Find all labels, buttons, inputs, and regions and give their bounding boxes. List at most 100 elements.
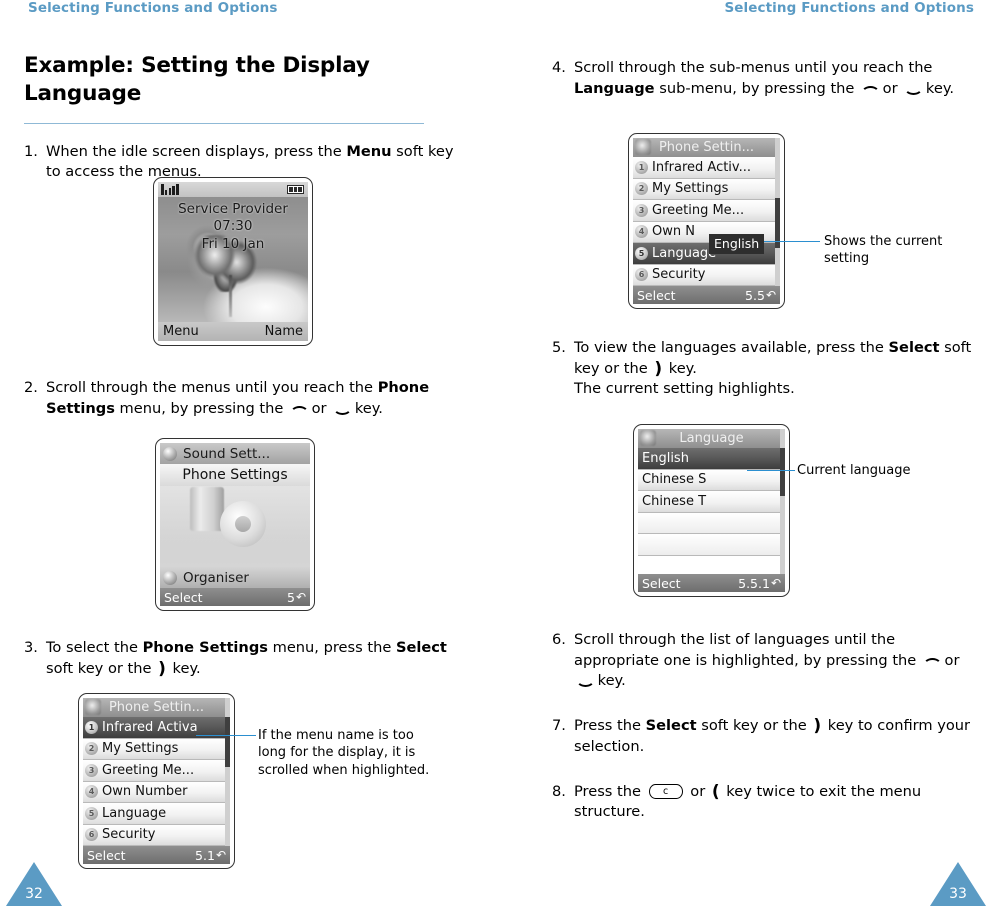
phone-screen-carousel: Sound Sett... Phone Settings Organiser bbox=[160, 443, 310, 588]
soft-key-right[interactable]: Name bbox=[265, 324, 303, 339]
language-list-empty-row bbox=[638, 512, 785, 534]
down-key-icon bbox=[332, 403, 353, 415]
step-2-text: Scroll through the menus until you reach… bbox=[46, 379, 430, 417]
menu-list-item-label: Greeting Me... bbox=[102, 762, 195, 778]
up-key-icon bbox=[922, 655, 942, 666]
step-3-text: To select the Phone Settings menu, press… bbox=[46, 639, 447, 679]
step-7-text: Press the Select soft key or the ) key t… bbox=[574, 716, 971, 755]
soft-key-left[interactable]: Menu bbox=[163, 324, 199, 339]
menu-item-number-icon: 4 bbox=[85, 785, 98, 799]
menu-item-number-icon: 6 bbox=[85, 828, 98, 842]
scrollbar-thumb[interactable] bbox=[780, 448, 785, 496]
menu-title-label: Phone Settin... bbox=[658, 140, 755, 155]
menu-list-item[interactable]: 2 My Settings bbox=[633, 178, 780, 200]
step-3-number: 3. bbox=[24, 639, 38, 656]
left-step3-block: 3. To select the Phone Settings menu, pr… bbox=[24, 638, 464, 679]
menu-list-item[interactable]: 1 Infrared Activ... bbox=[633, 157, 780, 179]
callout-line-menu-name bbox=[196, 735, 256, 737]
menu-item-number-icon: 1 bbox=[635, 160, 648, 174]
step-2: 2. Scroll through the menus until you re… bbox=[24, 378, 464, 419]
phone-screen-language: Language English Chinese S Chinese T bbox=[638, 429, 785, 574]
menu-item-number-icon: 3 bbox=[85, 763, 98, 777]
menu-item-number-icon: 3 bbox=[635, 203, 648, 217]
menu-item-number-icon: 1 bbox=[85, 720, 98, 734]
step-3: 3. To select the Phone Settings menu, pr… bbox=[24, 638, 464, 679]
menu-list-item[interactable]: 6 Security bbox=[633, 264, 780, 286]
menu-list: 1 Infrared Activ... 2 My Settings 3 Greeting … bbox=[633, 157, 780, 286]
emphasis-term: Language bbox=[574, 79, 655, 97]
soft-key-bar-language: Select 5.5.1 ↶ bbox=[638, 574, 785, 592]
back-arrow-icon[interactable]: ↶ bbox=[296, 590, 306, 604]
language-list-item[interactable]: Chinese S bbox=[638, 469, 785, 491]
figure-phone-settings-carousel: Sound Sett... Phone Settings Organiser S… bbox=[155, 438, 315, 611]
language-menu-list: English Chinese S Chinese T bbox=[638, 448, 785, 556]
soft-key-select[interactable]: Select bbox=[164, 590, 203, 605]
menu-list-item-label: Security bbox=[102, 827, 156, 843]
soft-key-select[interactable]: Select bbox=[637, 288, 676, 303]
menu-list-item[interactable]: 2 My Settings bbox=[83, 738, 230, 760]
up-key-icon bbox=[289, 403, 309, 414]
language-list-empty-row bbox=[638, 534, 785, 556]
soft-key-select[interactable]: Select bbox=[87, 848, 126, 863]
wallpaper-butterfly: Service Provider 07:30 Fri 10 Jan bbox=[158, 197, 308, 322]
menu-item-below: Organiser bbox=[160, 567, 310, 588]
step-4-number: 4. bbox=[552, 59, 566, 76]
step-8-number: 8. bbox=[552, 782, 566, 800]
menu-item-number-icon: 4 bbox=[635, 225, 648, 239]
figure-idle-screen: Service Provider 07:30 Fri 10 Jan Menu N… bbox=[153, 177, 313, 346]
menu-list-item[interactable]: 3 Greeting Me... bbox=[83, 760, 230, 782]
emphasis-term: Phone Settings bbox=[142, 639, 268, 656]
menu-list-item-label: Language bbox=[102, 805, 167, 821]
soft-key-bar-carousel: Select 5 ↶ bbox=[160, 588, 310, 606]
back-arrow-icon[interactable]: ↶ bbox=[766, 288, 776, 302]
back-arrow-icon[interactable]: ↶ bbox=[771, 576, 781, 590]
phone-frame-idle: Service Provider 07:30 Fri 10 Jan Menu N… bbox=[153, 177, 313, 346]
emphasis-term: Select bbox=[645, 717, 697, 735]
right-step5-block: 5. To view the languages available, pres… bbox=[552, 338, 982, 400]
step-5-text: To view the languages available, press t… bbox=[574, 339, 972, 398]
scrollbar-track[interactable] bbox=[225, 698, 230, 846]
language-list-item[interactable]: English bbox=[638, 448, 785, 470]
menu-item-current-label[interactable]: Phone Settings bbox=[182, 467, 287, 483]
figure-language-list: Language English Chinese S Chinese T Selec… bbox=[633, 424, 790, 597]
figure-phone-settings-list-1: Phone Settin... 1 Infrared Activa 2 My Sett… bbox=[78, 693, 235, 869]
page-number-left: 32 bbox=[6, 862, 62, 906]
page-number-left-label: 32 bbox=[25, 886, 43, 902]
menu-list-item[interactable]: 4 Own Number bbox=[83, 781, 230, 803]
step-4-text: Scroll through the sub-menus until you r… bbox=[574, 59, 955, 97]
menu-item-number-icon: 2 bbox=[635, 182, 648, 196]
menu-item-below-label[interactable]: Organiser bbox=[183, 570, 249, 586]
idle-info: Service Provider 07:30 Fri 10 Jan bbox=[158, 201, 308, 253]
menu-orb-icon bbox=[163, 570, 177, 585]
gear-icon bbox=[220, 501, 266, 547]
menu-title-label: Language bbox=[679, 431, 744, 446]
soft-key-bar-list2: Select 5.5 ↶ bbox=[633, 286, 780, 304]
soft-key-bar-list1: Select 5.1 ↶ bbox=[83, 846, 230, 864]
menu-title-bar: Phone Settin... bbox=[83, 698, 230, 717]
menu-list-item[interactable]: 5 Language bbox=[83, 803, 230, 825]
menu-number-label: 5 bbox=[286, 589, 295, 605]
phone-screen-idle: Service Provider 07:30 Fri 10 Jan Menu N… bbox=[158, 182, 308, 341]
page-number-right: 33 bbox=[930, 862, 986, 906]
step-5: 5. To view the languages available, pres… bbox=[552, 338, 982, 400]
language-list-item-label: Chinese S bbox=[642, 472, 707, 488]
step-7: 7. Press the Select soft key or the ) ke… bbox=[552, 716, 982, 757]
step-5-number: 5. bbox=[552, 339, 566, 356]
menu-list-item[interactable]: 3 Greeting Me... bbox=[633, 200, 780, 222]
scrollbar-track[interactable] bbox=[780, 429, 785, 574]
down-key-icon bbox=[575, 675, 595, 688]
scrollbar-track[interactable] bbox=[775, 138, 780, 286]
callout-line-current-language bbox=[747, 470, 795, 472]
phone-settings-icon bbox=[85, 699, 101, 715]
battery-icon bbox=[287, 185, 304, 194]
step-6: 6. Scroll through the list of languages … bbox=[552, 630, 982, 692]
phone-screen-list2: Phone Settin... 1 Infrared Activ... 2 My Se… bbox=[633, 138, 780, 286]
back-arrow-icon[interactable]: ↶ bbox=[216, 848, 226, 862]
menu-item-above-label[interactable]: Sound Sett... bbox=[183, 446, 270, 462]
menu-list-item[interactable]: 6 Security bbox=[83, 824, 230, 846]
soft-key-select[interactable]: Select bbox=[642, 576, 681, 591]
emphasis-term: Select bbox=[888, 339, 940, 356]
language-list-item[interactable]: Chinese T bbox=[638, 491, 785, 513]
down-key-icon bbox=[903, 83, 924, 95]
scrollbar-thumb[interactable] bbox=[225, 717, 230, 767]
